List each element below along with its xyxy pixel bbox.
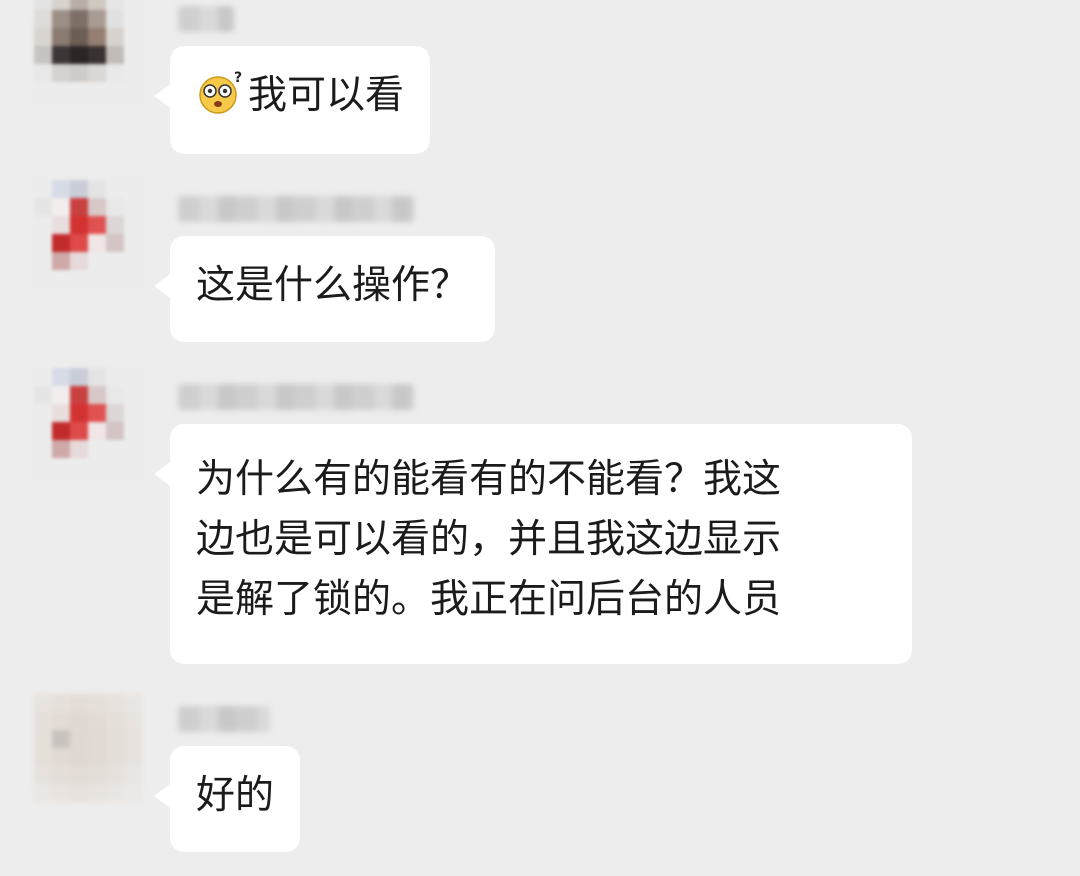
message-text: 这是什么操作？ bbox=[196, 263, 470, 308]
message-text-line: 边也是可以看的，并且我这边显示 bbox=[196, 517, 782, 562]
dizzy-face-emoji-icon: ? bbox=[199, 70, 242, 114]
sender-name-blurred bbox=[178, 6, 234, 32]
sender-name-blurred bbox=[178, 706, 270, 732]
message-bubble[interactable]: 好的 bbox=[153, 746, 301, 852]
avatar[interactable] bbox=[34, 0, 142, 100]
message-text: 我可以看 bbox=[248, 73, 405, 118]
avatar[interactable] bbox=[34, 694, 142, 802]
message-text: 好的 bbox=[196, 773, 275, 818]
message-bubble[interactable]: ? 我可以看 bbox=[153, 46, 431, 154]
avatar[interactable] bbox=[34, 180, 142, 288]
avatar[interactable] bbox=[34, 368, 142, 476]
sender-name-blurred bbox=[178, 384, 414, 410]
chat-view: ? 我可以看 这是什么操作？ 为什么有的能看有的不能看？我这 边也是可以看的，并… bbox=[0, 0, 1080, 876]
svg-text:?: ? bbox=[234, 70, 242, 86]
message-bubble[interactable]: 这是什么操作？ bbox=[153, 236, 496, 342]
message-text-line: 为什么有的能看有的不能看？我这 bbox=[196, 457, 782, 502]
sender-name-blurred bbox=[178, 196, 414, 222]
message-bubble[interactable]: 为什么有的能看有的不能看？我这 边也是可以看的，并且我这边显示 是解了锁的。我正… bbox=[154, 424, 912, 664]
message-text-line: 是解了锁的。我正在问后台的人员 bbox=[196, 577, 782, 622]
